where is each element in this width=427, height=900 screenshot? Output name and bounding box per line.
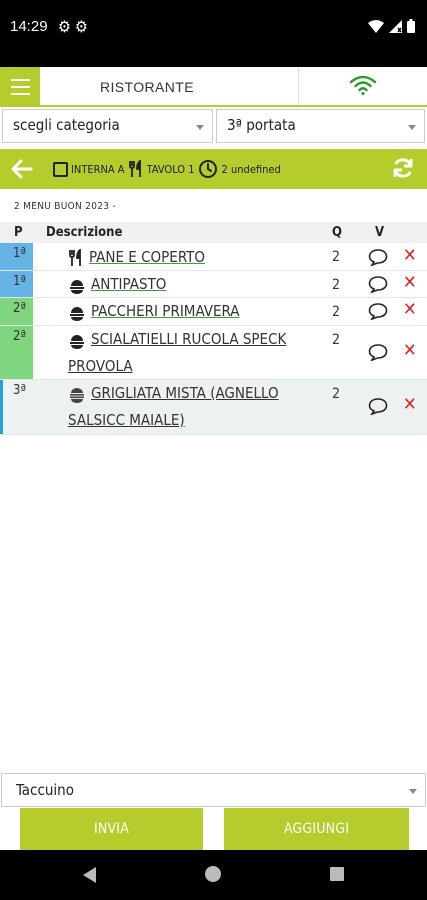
item-desc: GRIGLIATA MISTA (AGNELLO SALSICC MAIALE) <box>68 380 318 434</box>
header-q: Q <box>332 225 342 240</box>
notebook-select-value: Taccuino <box>16 781 74 799</box>
page-title: RISTORANTE <box>100 79 194 95</box>
clock-icon <box>198 160 217 178</box>
interna-label: INTERNA A <box>71 162 125 176</box>
status-icons <box>368 19 415 33</box>
course-cell: 3ª <box>0 380 33 434</box>
item-qty: 2 <box>332 332 341 348</box>
system-nav-bar <box>0 850 427 900</box>
refresh-icon[interactable] <box>390 155 416 181</box>
comment-icon[interactable] <box>368 302 388 320</box>
dish-icon <box>70 280 84 294</box>
battery-icon <box>407 19 415 33</box>
item-desc: SCIALATIELLI RUCOLA SPECK PROVOLA <box>68 326 318 380</box>
time-label: 2 undefined <box>221 162 281 176</box>
course-cell: 2ª <box>0 326 33 379</box>
item-qty: 2 <box>332 304 341 320</box>
table-header: P Descrizione Q V <box>0 222 427 243</box>
order-toolbar: INTERNA A TAVOLO 1 2 undefined <box>0 149 427 189</box>
delete-icon[interactable]: ✕ <box>403 299 417 320</box>
item-name[interactable]: PACCHERI PRIMAVERA <box>91 302 239 320</box>
hamburger-icon-line <box>11 93 30 95</box>
nav-home-icon[interactable] <box>205 866 221 882</box>
item-name[interactable]: PANE E COPERTO <box>89 248 205 266</box>
item-name[interactable]: ANTIPASTO <box>91 275 166 293</box>
header-divider <box>298 67 299 105</box>
category-select[interactable]: scegli categoria <box>2 109 213 143</box>
wifi-icon[interactable] <box>350 75 376 95</box>
order-info: INTERNA A TAVOLO 1 2 undefined <box>53 159 281 179</box>
item-desc: PACCHERI PRIMAVERA <box>91 298 341 325</box>
delete-icon[interactable]: ✕ <box>403 394 417 415</box>
back-arrow-icon[interactable] <box>8 155 36 183</box>
app-header: RISTORANTE <box>0 67 427 107</box>
comment-icon[interactable] <box>368 275 388 293</box>
table-row[interactable]: 1ª PANE E COPERTO 2 ✕ <box>0 243 427 271</box>
table-row[interactable]: 2ª PACCHERI PRIMAVERA 2 ✕ <box>0 298 427 326</box>
dish-icon <box>70 307 84 321</box>
item-desc: PANE E COPERTO <box>89 244 339 271</box>
hamburger-icon-line <box>11 86 30 88</box>
delete-icon[interactable]: ✕ <box>403 272 417 293</box>
item-name[interactable]: SCIALATIELLI RUCOLA SPECK PROVOLA <box>68 330 286 375</box>
cell-signal-icon <box>389 19 402 33</box>
chevron-down-icon <box>196 125 204 130</box>
table-row[interactable]: 3ª GRIGLIATA MISTA (AGNELLO SALSICC MAIA… <box>0 380 427 435</box>
item-desc: ANTIPASTO <box>91 271 341 298</box>
category-select-value: scegli categoria <box>13 116 120 134</box>
settings-notification-icon: ⚙⚙ <box>58 17 92 36</box>
chevron-down-icon <box>408 125 416 130</box>
notebook-select[interactable]: Taccuino <box>1 773 426 807</box>
wifi-signal-icon <box>368 19 384 33</box>
course-cell: 2ª <box>0 298 33 325</box>
header-v: V <box>375 225 385 240</box>
course-select[interactable]: 3ª portata <box>216 109 425 143</box>
header-p: P <box>14 225 23 240</box>
table-row[interactable]: 2ª SCIALATIELLI RUCOLA SPECK PROVOLA 2 ✕ <box>0 326 427 380</box>
header-description: Descrizione <box>46 225 123 240</box>
cutlery-icon <box>128 160 141 177</box>
hamburger-icon <box>11 79 30 81</box>
order-list: 1ª PANE E COPERTO 2 ✕ 1ª ANTIPASTO 2 ✕ 2… <box>0 243 427 435</box>
table-row[interactable]: 1ª ANTIPASTO 2 ✕ <box>0 271 427 298</box>
table-label: TAVOLO 1 <box>146 162 195 176</box>
status-bar: 14:29 ⚙⚙ <box>0 0 427 67</box>
add-button[interactable]: AGGIUNGI <box>224 808 409 850</box>
nav-back-icon[interactable] <box>83 867 96 883</box>
status-time: 14:29 <box>10 18 48 35</box>
item-qty: 2 <box>332 277 341 293</box>
item-qty: 2 <box>332 386 341 402</box>
course-cell: 1ª <box>0 243 33 270</box>
chevron-down-icon <box>409 789 417 794</box>
delete-icon[interactable]: ✕ <box>403 340 417 361</box>
cutlery-icon <box>69 249 81 266</box>
comment-icon[interactable] <box>368 397 388 415</box>
menu-button[interactable] <box>0 67 40 107</box>
course-select-value: 3ª portata <box>227 116 296 134</box>
course-cell: 1ª <box>0 271 33 297</box>
comment-icon[interactable] <box>368 343 388 361</box>
checkbox-icon[interactable] <box>53 161 68 177</box>
delete-icon[interactable]: ✕ <box>403 245 417 266</box>
menu-subtitle: 2 MENU BUON 2023 - <box>14 201 117 212</box>
item-name[interactable]: GRIGLIATA MISTA (AGNELLO SALSICC MAIALE) <box>68 384 279 429</box>
comment-icon[interactable] <box>368 248 388 266</box>
item-qty: 2 <box>332 249 341 265</box>
send-button[interactable]: INVIA <box>20 808 203 850</box>
nav-recents-icon[interactable] <box>330 867 344 881</box>
